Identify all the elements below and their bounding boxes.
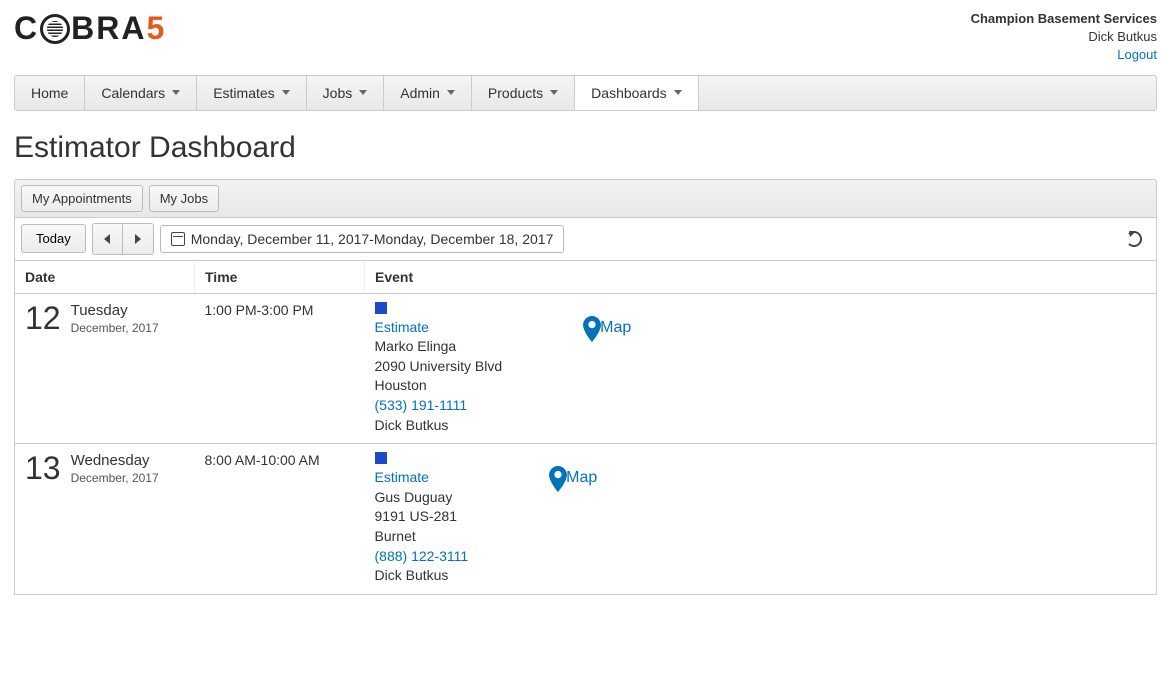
map-label: Map [600,319,631,337]
logo-text-5: 5 [146,10,166,47]
user-info: Champion Basement Services Dick Butkus L… [971,10,1157,65]
nav-dashboards[interactable]: Dashboards [575,76,699,110]
col-date: Date [15,261,195,294]
event-address: 9191 US-281 [375,507,469,527]
arrow-right-icon [135,234,141,244]
chevron-down-icon [359,90,367,95]
today-button[interactable]: Today [21,224,86,253]
calendar-icon [171,232,185,246]
company-name: Champion Basement Services [971,10,1157,28]
event-type-link[interactable]: Estimate [375,468,469,488]
nav-admin[interactable]: Admin [384,76,472,110]
time-cell: 1:00 PM-3:00 PM [195,293,365,444]
nav-jobs[interactable]: Jobs [307,76,385,110]
day-number: 12 [25,302,61,334]
event-rep: Dick Butkus [375,566,469,586]
toolbar: Today Monday, December 11, 2017-Monday, … [14,218,1157,261]
logo: C BRA5 [14,10,166,47]
logo-text-c: C [14,10,39,47]
time-cell: 8:00 AM-10:00 AM [195,444,365,595]
event-address: 2090 University Blvd [375,357,503,377]
month-year: December, 2017 [71,321,159,335]
chevron-down-icon [674,90,682,95]
weekday: Tuesday [71,302,159,319]
appointments-table: Date Time Event 12 Tuesday December, 201… [14,261,1157,595]
event-color-box [375,302,387,314]
refresh-icon[interactable] [1126,231,1142,247]
main-nav: Home Calendars Estimates Jobs Admin Prod… [14,75,1157,111]
map-link[interactable]: Map [582,316,631,340]
nav-calendars[interactable]: Calendars [85,76,197,110]
col-event: Event [365,261,1157,294]
chevron-down-icon [282,90,290,95]
arrow-left-icon [104,234,110,244]
event-type-link[interactable]: Estimate [375,318,503,338]
nav-estimates[interactable]: Estimates [197,76,306,110]
nav-products[interactable]: Products [472,76,575,110]
chevron-down-icon [447,90,455,95]
tab-my-jobs[interactable]: My Jobs [149,185,219,212]
event-customer: Gus Duguay [375,488,469,508]
prev-button[interactable] [93,224,123,254]
map-pin-icon [548,466,564,490]
event-phone[interactable]: (533) 191-1111 [375,396,503,416]
map-link[interactable]: Map [548,466,597,490]
user-name: Dick Butkus [971,28,1157,46]
event-city: Burnet [375,527,469,547]
table-row: 13 Wednesday December, 2017 8:00 AM-10:0… [15,444,1157,595]
day-number: 13 [25,452,61,484]
chevron-down-icon [172,90,180,95]
logout-link[interactable]: Logout [1117,47,1157,62]
date-range-text: Monday, December 11, 2017-Monday, Decemb… [191,231,554,247]
col-time: Time [195,261,365,294]
weekday: Wednesday [71,452,159,469]
next-button[interactable] [123,224,153,254]
date-range-picker[interactable]: Monday, December 11, 2017-Monday, Decemb… [160,225,565,253]
month-year: December, 2017 [71,471,159,485]
chevron-down-icon [550,90,558,95]
event-phone[interactable]: (888) 122-3111 [375,547,469,567]
nav-home[interactable]: Home [15,76,85,110]
event-customer: Marko Elinga [375,337,503,357]
event-rep: Dick Butkus [375,416,503,436]
map-label: Map [566,469,597,487]
tab-my-appointments[interactable]: My Appointments [21,185,143,212]
page-title: Estimator Dashboard [14,131,1157,165]
date-nav-arrows [92,223,154,255]
tab-bar: My Appointments My Jobs [14,179,1157,218]
table-row: 12 Tuesday December, 2017 1:00 PM-3:00 P… [15,293,1157,444]
event-color-box [375,452,387,464]
event-city: Houston [375,376,503,396]
logo-cobra-icon [40,14,70,44]
logo-text-bra: BRA [71,10,146,47]
map-pin-icon [582,316,598,340]
